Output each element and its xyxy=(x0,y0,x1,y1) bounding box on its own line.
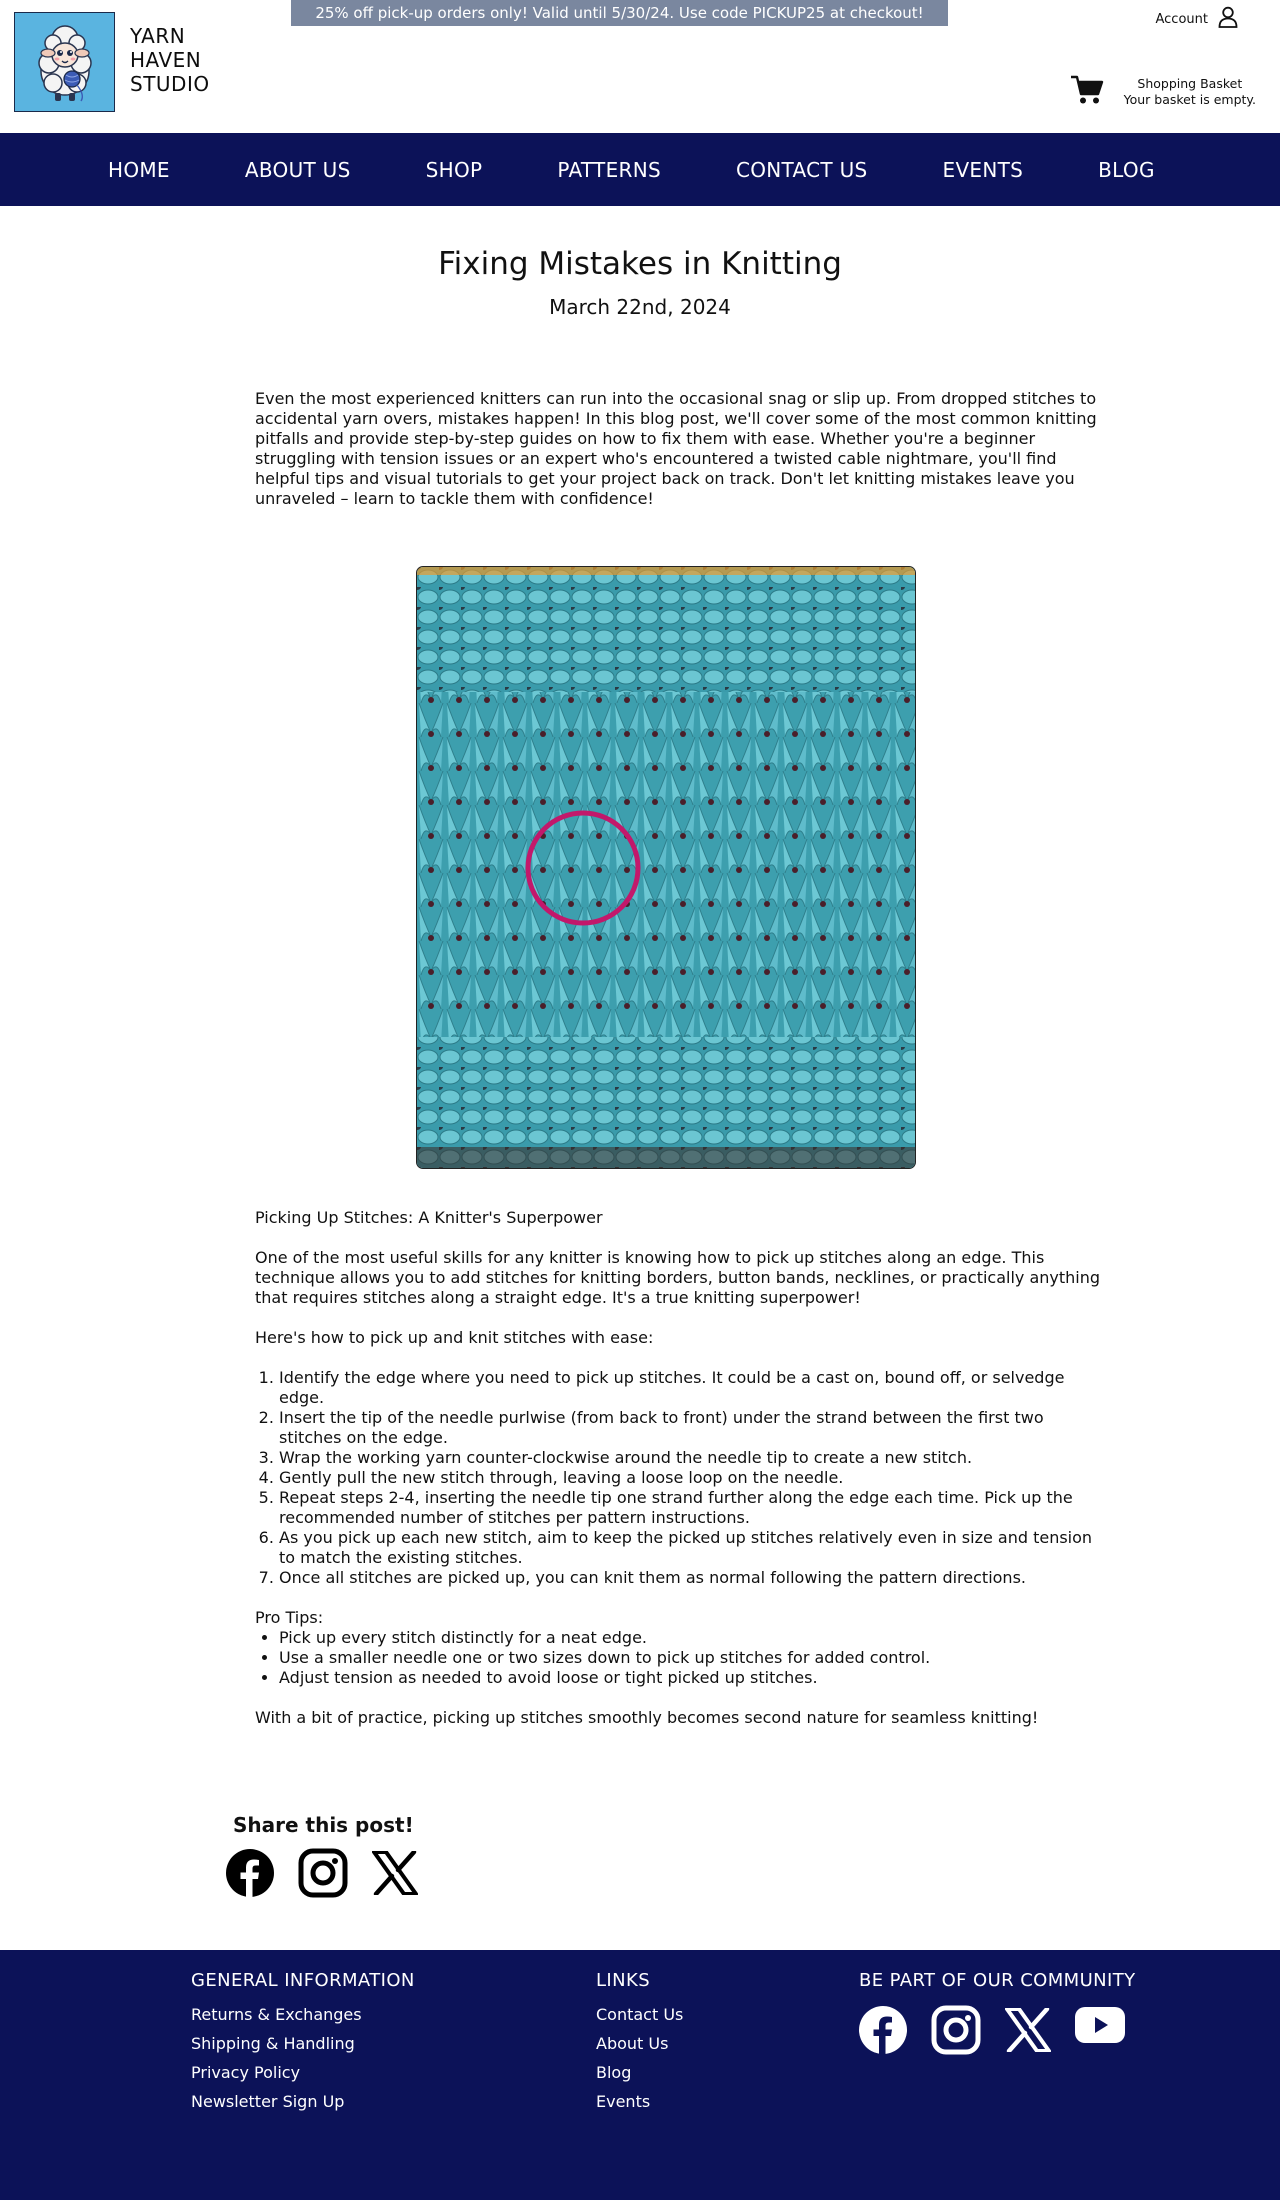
list-item: Repeat steps 2-4, inserting the needle t… xyxy=(279,1488,1105,1528)
brand-line: HAVEN xyxy=(130,48,202,72)
list-item: Once all stitches are picked up, you can… xyxy=(279,1568,1105,1588)
closing-text: With a bit of practice, picking up stitc… xyxy=(255,1708,1039,1727)
list-item: As you pick up each new stitch, aim to k… xyxy=(279,1528,1105,1568)
nav-contact-us[interactable]: CONTACT US xyxy=(736,158,868,182)
post-intro: Even the most experienced knitters can r… xyxy=(255,389,1097,508)
sheep-logo[interactable] xyxy=(14,12,115,112)
promo-banner: 25% off pick-up orders only! Valid until… xyxy=(291,0,948,26)
footer-link-blog[interactable]: Blog xyxy=(596,2063,683,2082)
post-title: Fixing Mistakes in Knitting xyxy=(438,246,842,282)
cart-icon xyxy=(1070,74,1104,110)
footer-heading: LINKS xyxy=(596,1970,651,1991)
post-body: Picking Up Stitches: A Knitter's Superpo… xyxy=(255,1208,1105,1748)
site-footer: GENERAL INFORMATION Returns & Exchanges … xyxy=(0,1950,1280,2200)
footer-link-shipping[interactable]: Shipping & Handling xyxy=(191,2034,415,2053)
list-item: Identify the edge where you need to pick… xyxy=(279,1368,1105,1408)
footer-link-returns[interactable]: Returns & Exchanges xyxy=(191,2005,415,2024)
brand-line: STUDIO xyxy=(130,72,210,96)
tips-list: Pick up every stitch distinctly for a ne… xyxy=(279,1628,1105,1688)
footer-social-icons xyxy=(859,2005,1136,2059)
steps-list: Identify the edge where you need to pick… xyxy=(279,1368,1105,1588)
footer-links: LINKS Contact Us About Us Blog Events xyxy=(596,1970,683,2121)
facebook-icon[interactable] xyxy=(859,2006,907,2058)
nav-about-us[interactable]: ABOUT US xyxy=(245,158,351,182)
nav-home[interactable]: HOME xyxy=(108,158,170,182)
footer-heading: BE PART OF OUR COMMUNITY xyxy=(859,1970,1136,1991)
list-item: Pick up every stitch distinctly for a ne… xyxy=(279,1628,1105,1648)
tips-title: Pro Tips: xyxy=(255,1608,324,1627)
list-item: Gently pull the new stitch through, leav… xyxy=(279,1468,1105,1488)
post-date: March 22nd, 2024 xyxy=(549,295,731,319)
share-title: Share this post! xyxy=(233,1813,414,1837)
user-icon xyxy=(1218,6,1238,32)
list-item: Wrap the working yarn counter-clockwise … xyxy=(279,1448,1105,1468)
footer-link-contact[interactable]: Contact Us xyxy=(596,2005,683,2024)
footer-community: BE PART OF OUR COMMUNITY xyxy=(859,1970,1136,2059)
list-item: Use a smaller needle one or two sizes do… xyxy=(279,1648,1105,1668)
knitting-photo xyxy=(416,566,916,1169)
section-body: One of the most useful skills for any kn… xyxy=(255,1248,1101,1307)
footer-link-newsletter[interactable]: Newsletter Sign Up xyxy=(191,2092,415,2111)
footer-link-events[interactable]: Events xyxy=(596,2092,683,2111)
footer-link-about[interactable]: About Us xyxy=(596,2034,683,2053)
nav-blog[interactable]: BLOG xyxy=(1098,158,1155,182)
nav-shop[interactable]: SHOP xyxy=(426,158,483,182)
basket-title: Shopping Basket xyxy=(1137,76,1243,91)
nav-events[interactable]: EVENTS xyxy=(943,158,1024,182)
x-icon[interactable] xyxy=(1005,2006,1051,2056)
instagram-icon[interactable] xyxy=(931,2005,981,2059)
brand-line: YARN xyxy=(130,24,186,48)
shopping-basket[interactable]: Shopping Basket Your basket is empty. xyxy=(1070,74,1256,110)
list-item: Adjust tension as needed to avoid loose … xyxy=(279,1668,1105,1688)
account-label: Account xyxy=(1155,11,1209,27)
youtube-icon[interactable] xyxy=(1075,2007,1125,2047)
footer-general: GENERAL INFORMATION Returns & Exchanges … xyxy=(191,1970,415,2121)
nav-patterns[interactable]: PATTERNS xyxy=(557,158,661,182)
site-header: YARN HAVEN STUDIO 25% off pick-up orders… xyxy=(0,0,1280,133)
x-icon[interactable] xyxy=(372,1849,418,1899)
footer-heading: GENERAL INFORMATION xyxy=(191,1970,415,1991)
account-link[interactable]: Account xyxy=(1156,6,1239,32)
section-title: Picking Up Stitches: A Knitter's Superpo… xyxy=(255,1208,603,1227)
footer-link-privacy[interactable]: Privacy Policy xyxy=(191,2063,415,2082)
facebook-icon[interactable] xyxy=(226,1849,274,1901)
basket-status: Your basket is empty. xyxy=(1123,92,1256,107)
steps-intro: Here's how to pick up and knit stitches … xyxy=(255,1328,654,1347)
share-icons xyxy=(226,1848,418,1902)
instagram-icon[interactable] xyxy=(298,1848,348,1902)
main-nav: HOME ABOUT US SHOP PATTERNS CONTACT US E… xyxy=(0,133,1280,206)
brand-name[interactable]: YARN HAVEN STUDIO xyxy=(130,24,210,96)
list-item: Insert the tip of the needle purlwise (f… xyxy=(279,1408,1105,1448)
